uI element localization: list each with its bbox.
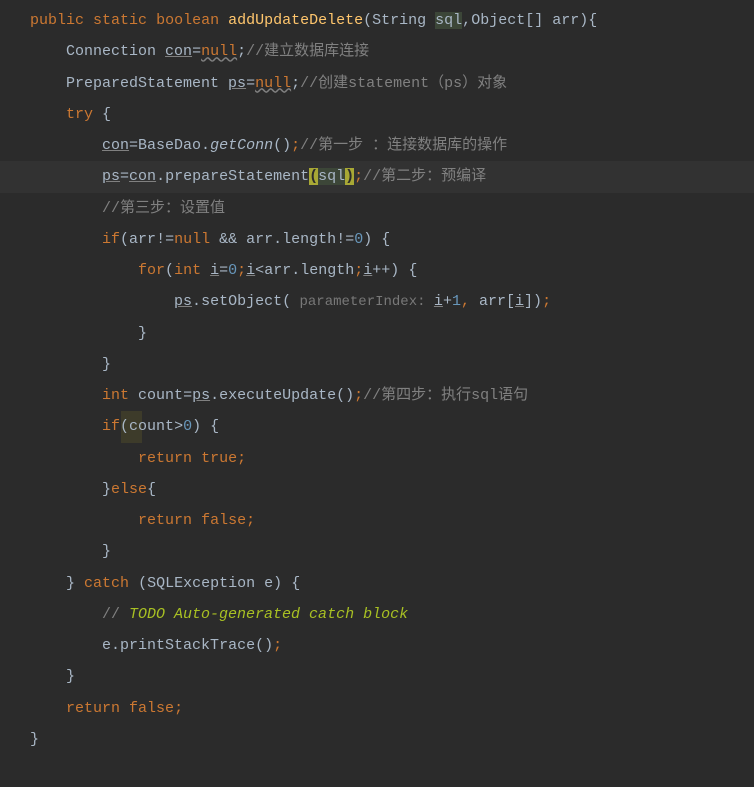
code-line: e.printStackTrace(); <box>30 630 754 661</box>
code-line: return false; <box>30 505 754 536</box>
code-line: if(count>0) { <box>30 411 754 442</box>
code-line: } catch (SQLException e) { <box>30 568 754 599</box>
code-line: try { <box>30 99 754 130</box>
code-line: } <box>30 536 754 567</box>
code-line: // TODO Auto-generated catch block <box>30 599 754 630</box>
code-line: Connection con=null;//建立数据库连接 <box>30 36 754 67</box>
code-line: ps.setObject( parameterIndex: i+1, arr[i… <box>30 286 754 317</box>
code-line: return false; <box>30 693 754 724</box>
code-line: } <box>30 318 754 349</box>
code-line: con=BaseDao.getConn();//第一步 ：连接数据库的操作 <box>30 130 754 161</box>
code-line: //第三步：设置值 <box>30 193 754 224</box>
code-line: if(arr!=null && arr.length!=0) { <box>30 224 754 255</box>
code-line: } <box>30 724 754 755</box>
code-line: public static boolean addUpdateDelete(St… <box>30 5 754 36</box>
code-line: }else{ <box>30 474 754 505</box>
code-line: ps=con.prepareStatement(sql);//第二步：预编译 <box>30 161 754 192</box>
code-editor[interactable]: public static boolean addUpdateDelete(St… <box>30 5 754 755</box>
code-line: for(int i=0;i<arr.length;i++) { <box>30 255 754 286</box>
code-line: } <box>30 349 754 380</box>
code-line: PreparedStatement ps=null;//创建statement（… <box>30 68 754 99</box>
code-line: } <box>30 661 754 692</box>
code-line: int count=ps.executeUpdate();//第四步：执行sql… <box>30 380 754 411</box>
code-line: return true; <box>30 443 754 474</box>
